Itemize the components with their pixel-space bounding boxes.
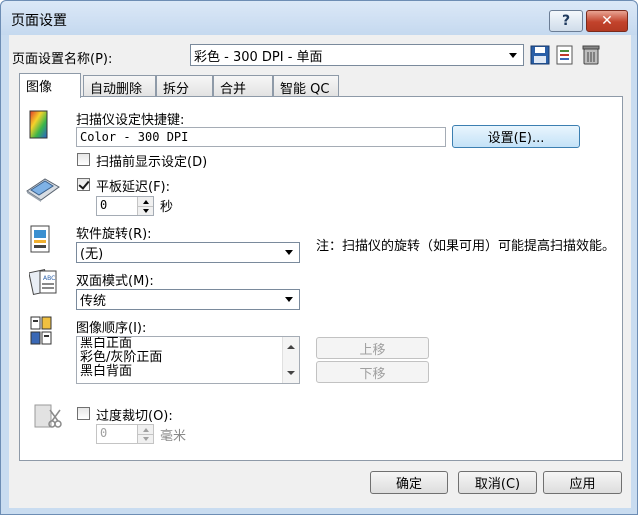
- duplex-mode-icon: ABC: [29, 268, 57, 296]
- spin-down-icon[interactable]: [137, 434, 153, 443]
- move-up-button[interactable]: 上移: [316, 337, 429, 359]
- flatbed-delay-unit: 秒: [160, 200, 174, 215]
- tab-smart-qc[interactable]: 智能 QC: [273, 75, 339, 97]
- image-order-list[interactable]: 黑白正面 彩色/灰阶正面 黑白背面: [76, 336, 300, 384]
- rotation-select[interactable]: (无): [76, 242, 300, 263]
- spin-down-icon[interactable]: [137, 206, 153, 215]
- shortcut-label: 扫描仪设定快捷键:: [76, 113, 185, 128]
- chevron-down-icon: [281, 292, 297, 307]
- profile-name-label: 页面设置名称(P):: [12, 52, 113, 67]
- rotation-note: 注：扫描仪的旋转（如果可用）可能提高扫描效能。: [316, 239, 616, 254]
- list-scrollbar[interactable]: [282, 337, 299, 383]
- profile-name-value: 彩色 - 300 DPI - 单面: [194, 49, 323, 65]
- overscan-value: 0: [100, 426, 108, 440]
- image-order-icon: [30, 316, 52, 345]
- settings-button[interactable]: 设置(E)...: [452, 125, 580, 148]
- spin-up-icon[interactable]: [137, 425, 153, 434]
- chevron-down-icon: [505, 47, 521, 63]
- apply-button[interactable]: 应用: [543, 471, 622, 494]
- new-profile-icon[interactable]: [555, 44, 575, 66]
- move-down-button[interactable]: 下移: [316, 361, 429, 383]
- rotation-label: 软件旋转(R):: [76, 227, 152, 242]
- overscan-spinner[interactable]: 0: [96, 424, 154, 444]
- flatbed-delay-checkbox[interactable]: [77, 178, 90, 191]
- overscan-label[interactable]: 过度裁切(O):: [96, 405, 173, 424]
- spin-up-icon[interactable]: [137, 197, 153, 206]
- show-settings-label[interactable]: 扫描前显示设定(D): [96, 151, 207, 170]
- scroll-down-icon[interactable]: [283, 365, 299, 381]
- flatbed-delay-label[interactable]: 平板延迟(F):: [96, 176, 170, 195]
- image-order-label: 图像顺序(I):: [76, 321, 147, 336]
- rotation-value: (无): [80, 247, 104, 262]
- page-setup-dialog: 页面设置 ? ✕ 页面设置名称(P): 彩色 - 300 DPI - 单面 图像…: [0, 0, 638, 515]
- list-item[interactable]: 彩色/灰阶正面: [77, 351, 299, 365]
- cancel-button[interactable]: 取消(C): [458, 471, 537, 494]
- tab-image[interactable]: 图像: [19, 73, 81, 98]
- trash-icon[interactable]: [581, 44, 601, 66]
- list-item[interactable]: 黑白正面: [77, 337, 299, 351]
- show-settings-checkbox[interactable]: [77, 153, 90, 166]
- flatbed-delay-value: 0: [100, 198, 108, 212]
- window-title: 页面设置: [11, 13, 67, 29]
- shortcut-field[interactable]: Color - 300 DPI: [76, 127, 446, 147]
- shortcut-value: Color - 300 DPI: [80, 130, 189, 144]
- scanner-profile-icon: [29, 110, 48, 139]
- close-button[interactable]: ✕: [586, 10, 628, 32]
- flatbed-scanner-icon: [26, 178, 60, 202]
- save-icon[interactable]: [530, 44, 550, 66]
- duplex-value: 传统: [80, 294, 107, 309]
- image-tab-panel: 扫描仪设定快捷键: Color - 300 DPI 设置(E)... 扫描前显示…: [19, 96, 623, 461]
- overscan-crop-icon: [34, 404, 62, 428]
- svg-text:ABC: ABC: [43, 275, 55, 282]
- duplex-label: 双面模式(M):: [76, 274, 154, 289]
- overscan-checkbox[interactable]: [77, 407, 90, 420]
- profile-name-select[interactable]: 彩色 - 300 DPI - 单面: [190, 44, 524, 66]
- overscan-unit: 毫米: [160, 429, 187, 444]
- ok-button[interactable]: 确定: [370, 471, 448, 494]
- flatbed-delay-spinner[interactable]: 0: [96, 196, 154, 216]
- chevron-down-icon: [281, 245, 297, 260]
- list-item[interactable]: 黑白背面: [77, 365, 299, 379]
- tab-merge[interactable]: 合并: [213, 75, 273, 97]
- scroll-up-icon[interactable]: [283, 339, 299, 355]
- tab-auto-delete[interactable]: 自动删除: [83, 75, 156, 97]
- rotation-document-icon: [30, 225, 50, 253]
- title-bar[interactable]: 页面设置 ? ✕: [1, 1, 637, 35]
- duplex-select[interactable]: 传统: [76, 289, 300, 310]
- help-button[interactable]: ?: [549, 10, 583, 32]
- dialog-body: 页面设置名称(P): 彩色 - 300 DPI - 单面 图像 自动删除 拆分 …: [9, 35, 631, 508]
- tab-split[interactable]: 拆分: [156, 75, 213, 97]
